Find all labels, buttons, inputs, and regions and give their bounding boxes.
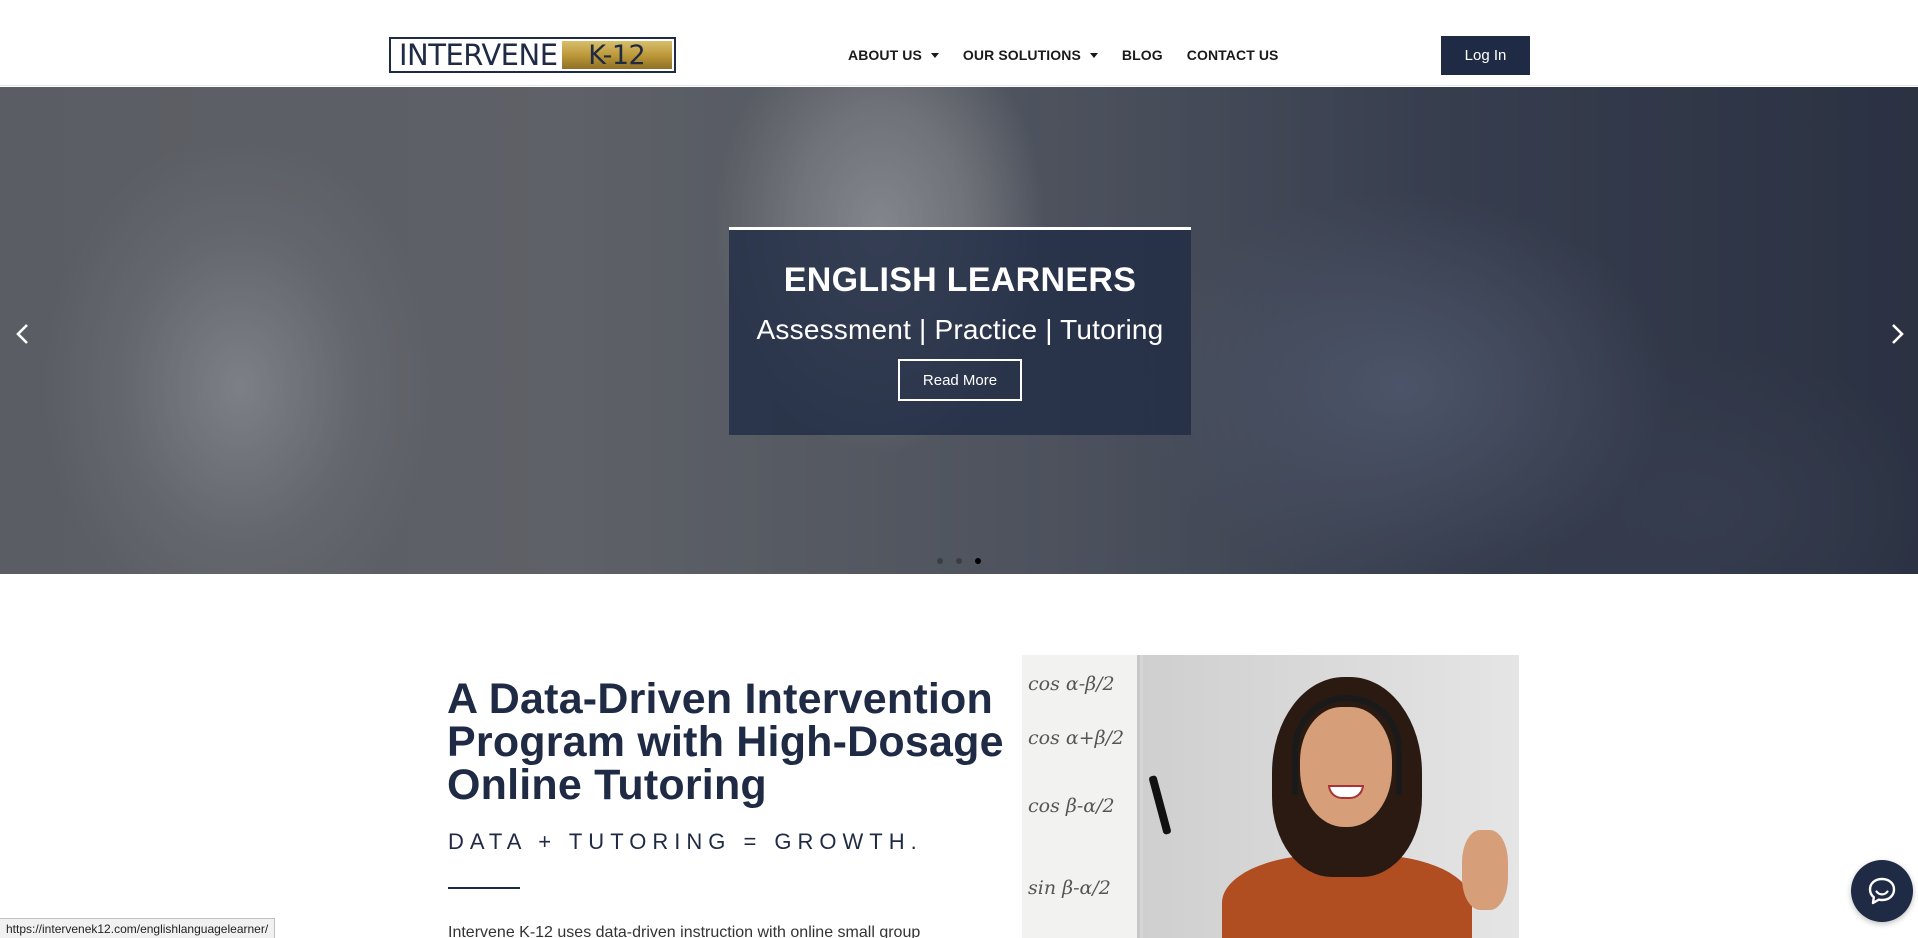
tutor-photo: cos α-β/2 cos α+β/2 cos β-α/2 sin β-α/2 <box>1022 655 1519 938</box>
person-hand <box>1462 830 1508 910</box>
slider-dot[interactable] <box>956 558 962 564</box>
hero-slider: ENGLISH LEARNERS Assessment | Practice |… <box>0 87 1918 574</box>
intro-paragraph: Intervene K-12 uses data-driven instruct… <box>448 924 921 938</box>
formula-text: cos α+β/2 <box>1028 727 1125 749</box>
nav-item-label: ABOUT US <box>848 47 922 63</box>
page-headline: A Data-Driven Intervention Program with … <box>447 675 1004 809</box>
tagline: DATA + TUTORING = GROWTH. <box>448 829 923 854</box>
formula-text: cos β-α/2 <box>1028 795 1115 817</box>
nav-item-contact-us[interactable]: CONTACT US <box>1187 47 1279 63</box>
chat-bubble-icon <box>1868 877 1896 905</box>
logo-badge: K-12 <box>561 40 672 71</box>
whiteboard: cos α-β/2 cos α+β/2 cos β-α/2 sin β-α/2 <box>1022 655 1140 938</box>
slider-prev-button[interactable] <box>10 319 34 349</box>
caret-down-icon <box>1089 52 1098 58</box>
slide-title: ENGLISH LEARNERS <box>783 261 1137 299</box>
slider-dot[interactable] <box>937 558 943 564</box>
formula-text: sin β-α/2 <box>1028 877 1111 899</box>
nav-item-label: BLOG <box>1121 47 1163 63</box>
logo[interactable]: INTERVENE K-12 <box>389 37 676 73</box>
divider <box>448 887 520 889</box>
chevron-right-icon <box>1892 324 1904 344</box>
slider-dots <box>937 558 981 564</box>
chevron-left-icon <box>16 324 28 344</box>
main-nav: ABOUT US OUR SOLUTIONS BLOG CONTACT US <box>848 47 1278 63</box>
nav-item-label: OUR SOLUTIONS <box>962 47 1081 63</box>
nav-item-label: CONTACT US <box>1186 47 1279 63</box>
slide-subtitle: Assessment | Practice | Tutoring <box>756 314 1164 345</box>
nav-item-about-us[interactable]: ABOUT US <box>848 47 939 63</box>
nav-item-our-solutions[interactable]: OUR SOLUTIONS <box>963 47 1098 63</box>
read-more-button[interactable]: Read More <box>898 359 1022 401</box>
browser-status-url: https://intervenek12.com/englishlanguage… <box>0 918 276 938</box>
slider-next-button[interactable] <box>1886 319 1910 349</box>
slider-dot-active[interactable] <box>975 558 981 564</box>
login-button[interactable]: Log In <box>1441 36 1530 75</box>
chat-button[interactable] <box>1851 860 1913 922</box>
headset-icon <box>1292 695 1402 795</box>
formula-text: cos α-β/2 <box>1028 673 1115 695</box>
site-header: INTERVENE K-12 ABOUT US OUR SOLUTIONS BL… <box>0 0 1918 86</box>
logo-wordmark: INTERVENE <box>399 37 558 72</box>
caret-down-icon <box>930 52 939 58</box>
slide-caption-box: ENGLISH LEARNERS Assessment | Practice |… <box>729 227 1191 435</box>
nav-item-blog[interactable]: BLOG <box>1122 47 1163 63</box>
